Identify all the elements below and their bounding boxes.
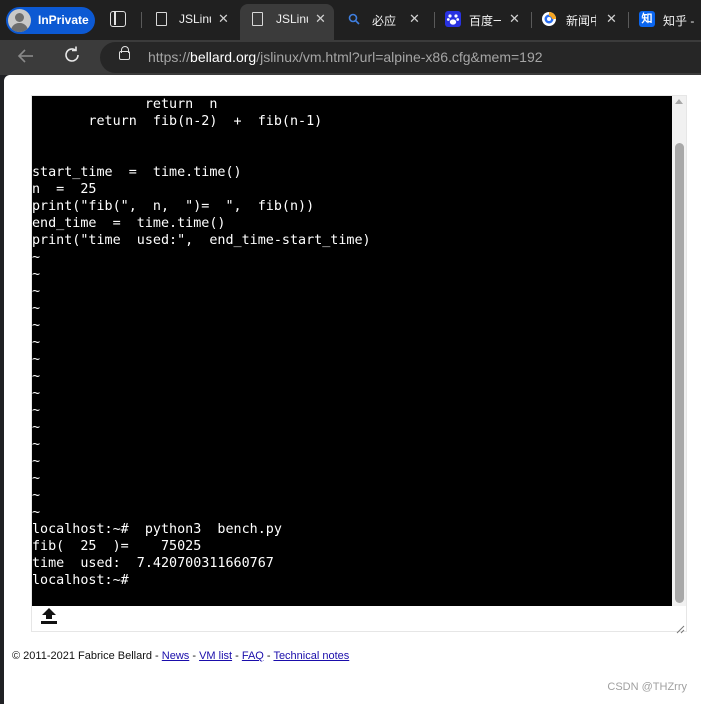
- terminal-line: ~: [32, 454, 41, 469]
- terminal-line: ~: [32, 403, 41, 418]
- news-logo-icon: [541, 11, 557, 27]
- terminal-line: ~: [32, 505, 41, 520]
- tab-label: 百度一: [469, 14, 501, 28]
- tab-label: 知乎 -: [663, 14, 695, 28]
- back-arrow-icon[interactable]: [16, 46, 36, 72]
- tab-separator: [434, 12, 435, 28]
- tab-close-icon[interactable]: ✕: [409, 11, 420, 27]
- terminal-line: ~: [32, 250, 41, 265]
- tab-label: JSLinux: [179, 12, 211, 26]
- tab-separator: [531, 12, 532, 28]
- terminal-line: ~: [32, 437, 41, 452]
- inprivate-profile-button[interactable]: InPrivate: [6, 7, 95, 34]
- link-separator: -: [232, 650, 242, 662]
- bing-search-icon: [348, 12, 360, 25]
- terminal-line: ~: [32, 335, 41, 350]
- tab-separator: [628, 12, 629, 28]
- page-document-icon: [156, 12, 167, 26]
- terminal-line: ~: [32, 488, 41, 503]
- scrollbar-thumb[interactable]: [675, 143, 684, 603]
- address-bar[interactable]: https://bellard.org/jslinux/vm.html?url=…: [100, 42, 701, 73]
- tab-close-icon[interactable]: ✕: [606, 11, 617, 27]
- tab-zhihu[interactable]: 知 知乎 -: [632, 0, 701, 40]
- page-content: return n return fib(n-2) + fib(n-1) start…: [4, 75, 701, 704]
- tab-jslinux-2[interactable]: JSLinux ✕: [240, 4, 334, 40]
- link-separator: -: [189, 650, 200, 662]
- tab-baidu[interactable]: 百度一 ✕: [437, 0, 529, 40]
- tab-bing[interactable]: 必应 ✕: [338, 0, 432, 40]
- terminal-line: ~: [32, 471, 41, 486]
- tab-news[interactable]: 新闻中 ✕: [534, 0, 626, 40]
- terminal-line: ~: [32, 301, 41, 316]
- resize-grip-icon[interactable]: [676, 621, 685, 634]
- page-footer: © 2011-2021 Fabrice Bellard - News - VM …: [12, 650, 349, 662]
- terminal-line: ~: [32, 318, 41, 333]
- tab-strip: InPrivate JSLinux ✕ JSLinux ✕ 必应 ✕ 百度一 ✕…: [0, 0, 701, 40]
- terminal-line: localhost:~#: [32, 573, 129, 588]
- url-prefix: https://: [148, 49, 191, 65]
- lock-icon[interactable]: [119, 46, 130, 60]
- terminal-line: return n: [32, 97, 218, 112]
- profile-avatar-icon: [8, 9, 31, 32]
- terminal-line: return fib(n-2) + fib(n-1): [32, 114, 323, 129]
- address-toolbar: https://bellard.org/jslinux/vm.html?url=…: [0, 40, 701, 75]
- terminal-line: ~: [32, 369, 41, 384]
- terminal-line: ~: [32, 352, 41, 367]
- faq-link[interactable]: FAQ: [242, 650, 264, 662]
- page-document-icon: [252, 12, 263, 26]
- url-path: /jslinux/vm.html?url=alpine-x86.cfg&mem=…: [256, 49, 543, 65]
- terminal-line: end_time = time.time(): [32, 216, 226, 231]
- terminal-line: ~: [32, 284, 41, 299]
- vm-list-link[interactable]: VM list: [199, 650, 232, 662]
- terminal-line: localhost:~# python3 bench.py: [32, 522, 282, 537]
- tab-actions-menu-icon[interactable]: [110, 11, 126, 27]
- watermark: CSDN @THZrry: [607, 681, 687, 693]
- terminal-container: return n return fib(n-2) + fib(n-1) start…: [31, 95, 687, 634]
- tab-label: 必应: [372, 14, 397, 28]
- upload-file-icon[interactable]: [39, 606, 59, 626]
- link-separator: -: [263, 650, 274, 662]
- scroll-up-arrow-icon[interactable]: [675, 99, 683, 104]
- tab-separator: [141, 12, 142, 28]
- terminal-line: print("fib(", n, ")= ", fib(n)): [32, 199, 315, 214]
- tab-label: 新闻中: [566, 14, 596, 28]
- terminal-line: ~: [32, 267, 41, 282]
- terminal-screen[interactable]: return n return fib(n-2) + fib(n-1) start…: [32, 96, 672, 606]
- address-url[interactable]: https://bellard.org/jslinux/vm.html?url=…: [148, 49, 543, 65]
- url-host: bellard.org: [190, 49, 257, 65]
- copyright-text: © 2011-2021 Fabrice Bellard -: [12, 650, 162, 662]
- tab-close-icon[interactable]: ✕: [315, 11, 326, 27]
- reload-icon[interactable]: [62, 45, 82, 71]
- terminal-line: n = 25: [32, 182, 97, 197]
- terminal-line: fib( 25 )= 75025: [32, 539, 202, 554]
- tab-close-icon[interactable]: ✕: [218, 11, 229, 27]
- terminal-line: print("time used:", end_time-start_time): [32, 233, 371, 248]
- technical-notes-link[interactable]: Technical notes: [273, 650, 349, 662]
- terminal-line: start_time = time.time(): [32, 165, 242, 180]
- terminal-line: ~: [32, 420, 41, 435]
- news-link[interactable]: News: [162, 650, 190, 662]
- tab-jslinux-1[interactable]: JSLinux ✕: [146, 0, 238, 40]
- tab-close-icon[interactable]: ✕: [509, 11, 520, 27]
- terminal-output: return n return fib(n-2) + fib(n-1) start…: [32, 96, 672, 589]
- tab-label: JSLinux: [276, 12, 308, 26]
- terminal-line: ~: [32, 386, 41, 401]
- baidu-paw-icon: [445, 11, 461, 27]
- terminal-line: time used: 7.420700311660767: [32, 556, 274, 571]
- zhihu-logo-icon: 知: [639, 11, 655, 27]
- terminal-scrollbar[interactable]: [672, 96, 686, 606]
- inprivate-label: InPrivate: [38, 13, 89, 27]
